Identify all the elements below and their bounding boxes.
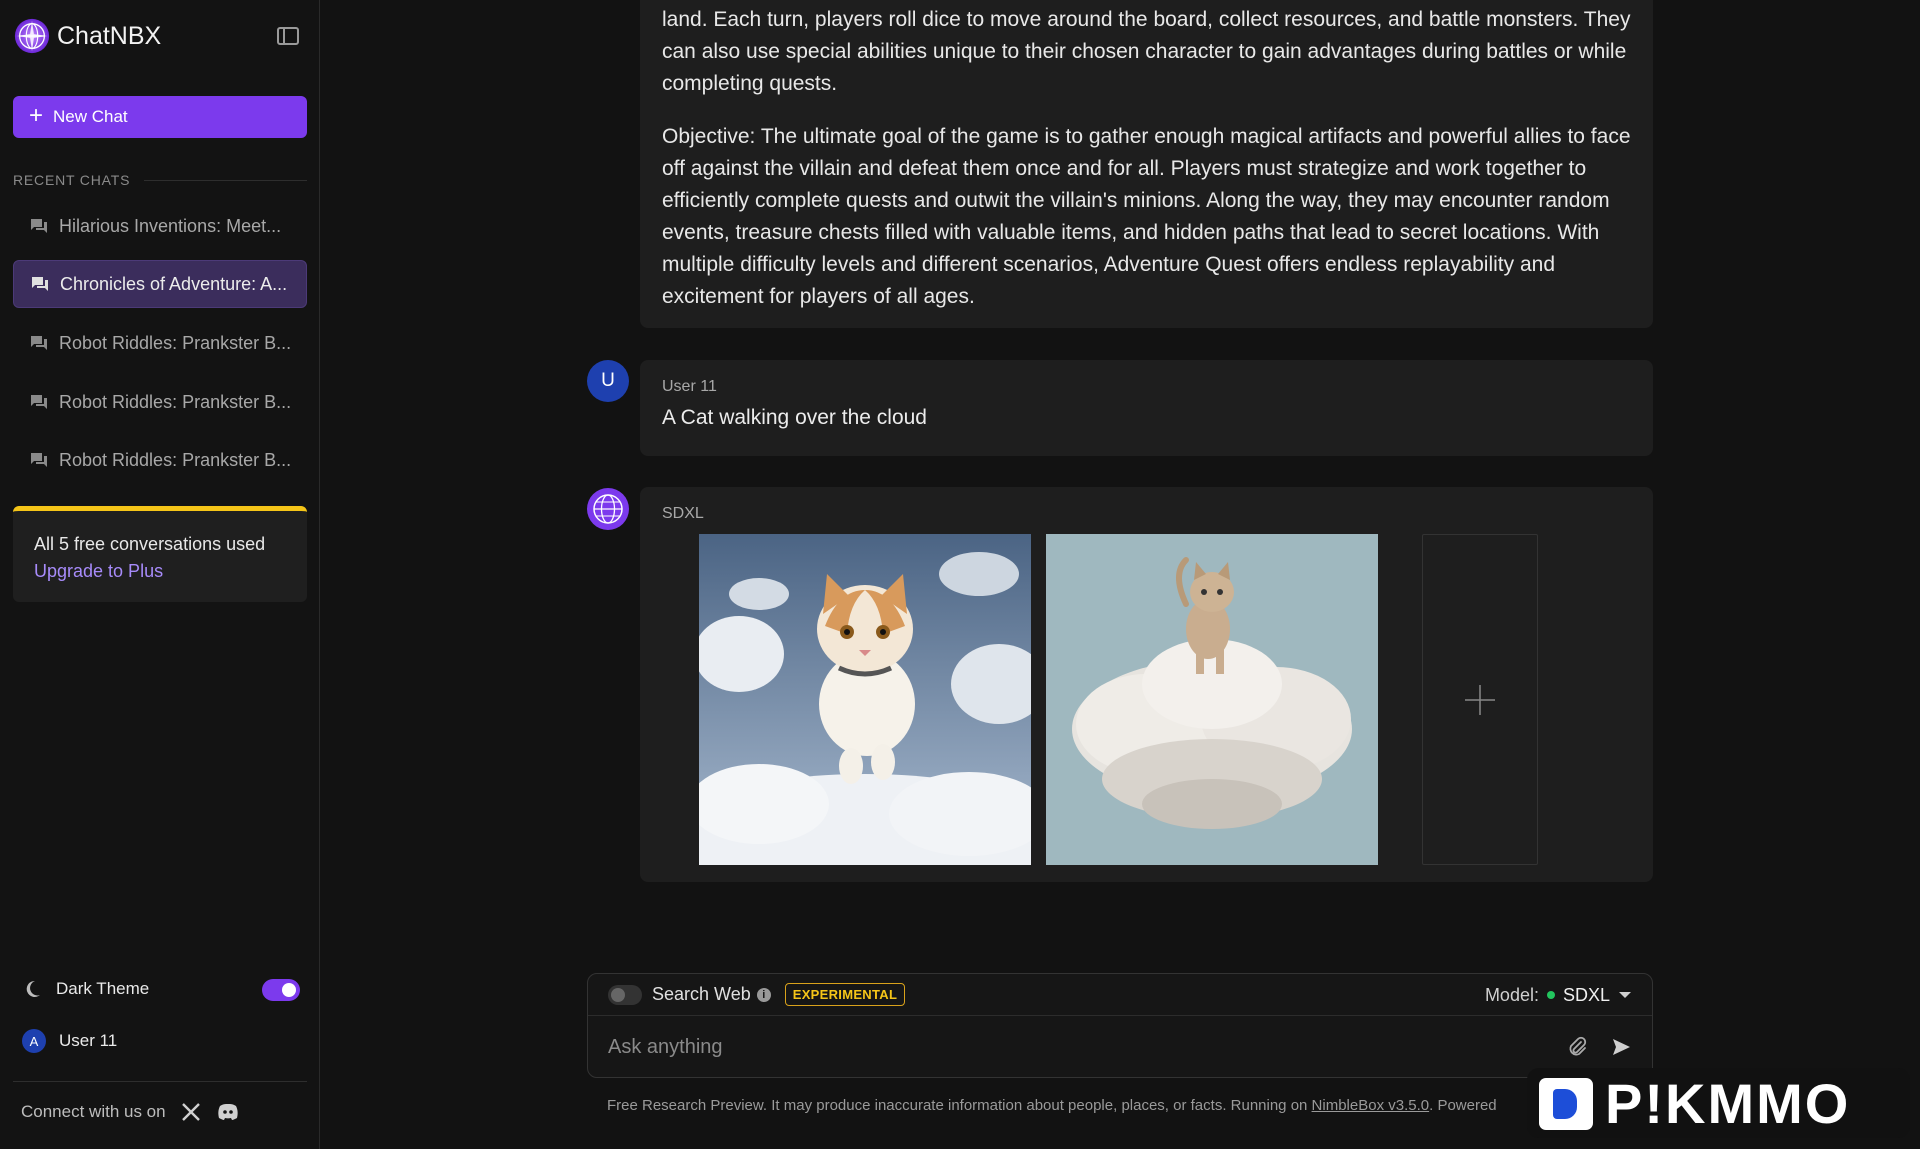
chat-item-label: Hilarious Inventions: Meet...	[59, 215, 282, 236]
app-name: ChatNBX	[57, 21, 162, 50]
user-avatar: U	[587, 360, 629, 402]
bot-avatar-icon	[587, 488, 629, 530]
chat-item[interactable]: Robot Riddles: Prankster B...	[13, 319, 307, 367]
social-row: Connect with us on	[21, 1101, 240, 1123]
experimental-badge: EXPERIMENTAL	[784, 983, 906, 1006]
watermark: P!KMMO	[1527, 1068, 1910, 1138]
sender-name: SDXL	[662, 505, 704, 522]
chat-item[interactable]: Hilarious Inventions: Meet...	[13, 202, 307, 250]
search-web-toggle[interactable]	[608, 984, 642, 1005]
user-name: User 11	[59, 1031, 118, 1050]
dark-theme-toggle[interactable]	[262, 979, 300, 1001]
brand[interactable]: ChatNBX	[13, 17, 161, 55]
message-input[interactable]	[608, 1035, 1566, 1059]
composer-input-row	[588, 1016, 1652, 1078]
composer-toolbar: Search Web i EXPERIMENTAL Model: SDXL	[588, 974, 1652, 1016]
paperclip-icon[interactable]	[1566, 1036, 1588, 1058]
chat-item-active[interactable]: Chronicles of Adventure: A...	[13, 260, 307, 308]
user-profile[interactable]: A User 11	[22, 1029, 117, 1053]
generated-image[interactable]	[699, 534, 1031, 865]
chat-item[interactable]: Robot Riddles: Prankster B...	[13, 436, 307, 484]
divider	[144, 179, 307, 181]
search-web-label: Search Web	[652, 984, 751, 1004]
generated-image[interactable]	[1046, 534, 1378, 865]
plus-icon: +	[29, 102, 44, 129]
footer-text-tail: . Powered	[1429, 1097, 1497, 1114]
add-image-button[interactable]	[1422, 534, 1538, 865]
assistant-message: land. Each turn, players roll dice to mo…	[640, 0, 1653, 328]
watermark-logo-icon	[1539, 1078, 1593, 1130]
recent-chats-label: RECENT CHATS	[13, 172, 131, 188]
message-paragraph: land. Each turn, players roll dice to mo…	[662, 8, 1631, 95]
chat-bubble-icon	[31, 395, 47, 409]
message-text: A Cat walking over the cloud	[662, 406, 927, 429]
chat-item-label: Robot Riddles: Prankster B...	[59, 332, 292, 353]
new-chat-label: New Chat	[53, 107, 128, 126]
x-twitter-icon[interactable]	[180, 1101, 202, 1123]
status-dot	[1546, 991, 1555, 999]
plus-icon	[1465, 684, 1495, 715]
chat-bubble-icon	[31, 336, 47, 350]
sidebar: ChatNBX + New Chat RECENT CHATS Hilariou…	[0, 0, 320, 1149]
composer-actions	[1566, 1036, 1632, 1058]
avatar: A	[22, 1029, 46, 1053]
chat-bubble-icon	[32, 277, 48, 291]
composer: Search Web i EXPERIMENTAL Model: SDXL	[587, 973, 1653, 1078]
model-value: SDXL	[1562, 984, 1610, 1005]
cat-image-1	[699, 534, 1031, 865]
info-icon[interactable]: i	[756, 987, 771, 1002]
model-selector[interactable]: Model: SDXL	[1485, 974, 1632, 1016]
cat-image-2	[1046, 534, 1378, 865]
sender-name: User 11	[662, 378, 717, 395]
connect-label: Connect with us on	[21, 1102, 166, 1121]
footer-text: Free Research Preview. It may produce in…	[607, 1097, 1312, 1114]
moon-icon	[26, 980, 40, 997]
sidebar-toggle-icon[interactable]	[274, 24, 302, 48]
theme-label: Dark Theme	[56, 979, 150, 998]
chat-bubble-icon	[31, 453, 47, 467]
new-chat-button[interactable]: + New Chat	[13, 96, 307, 138]
nimblebox-link[interactable]: NimbleBox v3.5.0	[1312, 1097, 1430, 1114]
divider	[13, 1081, 307, 1082]
user-message: User 11 A Cat walking over the cloud	[640, 360, 1653, 456]
chevron-down-icon	[1619, 992, 1631, 998]
chat-item-label: Robot Riddles: Prankster B...	[59, 449, 292, 470]
quota-text: All 5 free conversations used	[34, 534, 266, 554]
watermark-text: P!KMMO	[1605, 1072, 1851, 1135]
discord-icon[interactable]	[216, 1101, 240, 1123]
footer-disclaimer: Free Research Preview. It may produce in…	[607, 1097, 1497, 1114]
chat-item[interactable]: Robot Riddles: Prankster B...	[13, 378, 307, 426]
send-icon[interactable]	[1610, 1036, 1632, 1058]
theme-row: Dark Theme	[22, 975, 300, 1003]
recent-chats-heading: RECENT CHATS	[13, 172, 307, 188]
chat-bubble-icon	[31, 219, 47, 233]
chat-item-label: Chronicles of Adventure: A...	[60, 273, 288, 294]
upgrade-link[interactable]: Upgrade to Plus	[34, 558, 286, 585]
chatnbx-logo-icon	[14, 18, 50, 54]
assistant-image-message: SDXL	[640, 487, 1653, 882]
model-label: Model:	[1484, 984, 1539, 1005]
quota-notice: All 5 free conversations used Upgrade to…	[13, 506, 307, 602]
chat-item-label: Robot Riddles: Prankster B...	[59, 391, 292, 412]
message-paragraph: Objective: The ultimate goal of the game…	[662, 125, 1631, 308]
